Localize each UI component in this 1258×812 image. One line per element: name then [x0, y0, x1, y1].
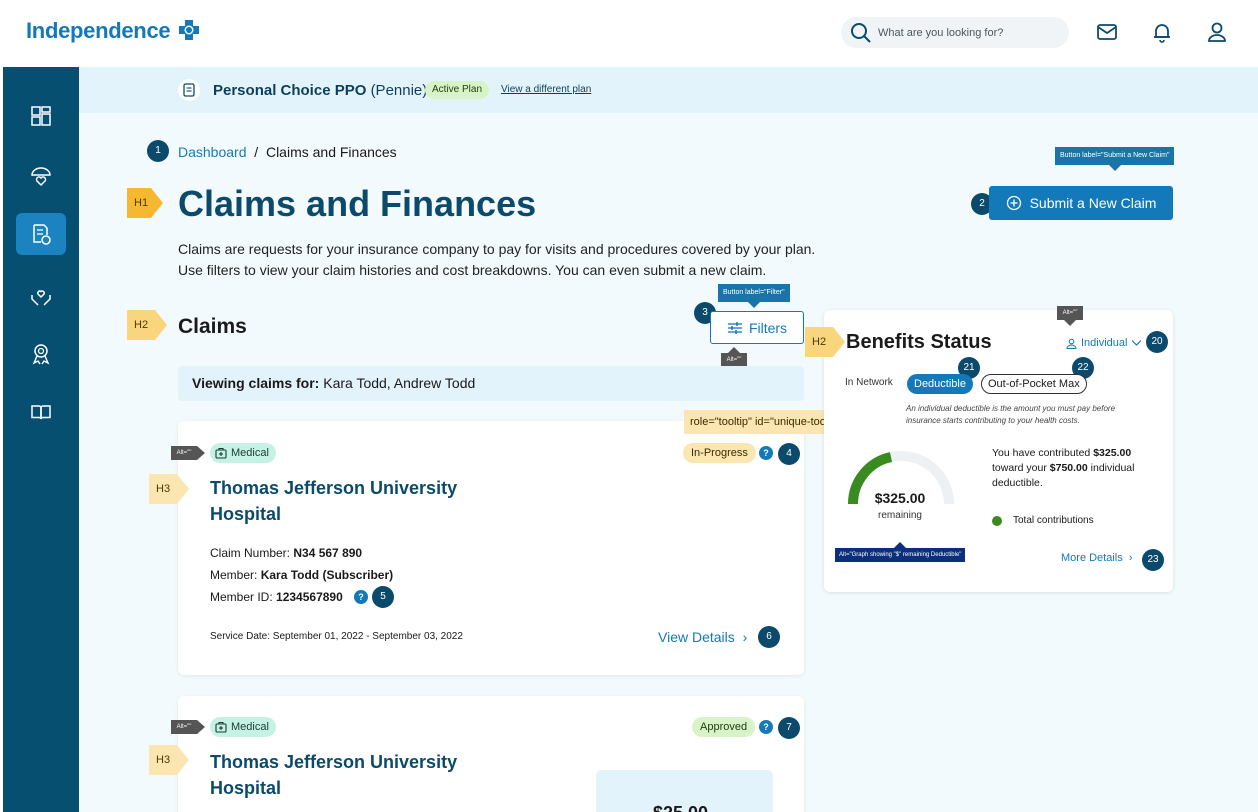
hospital-name: Thomas Jefferson University Hospital	[210, 752, 458, 798]
open-book-icon	[31, 405, 51, 420]
tab-deductible[interactable]: Deductible	[907, 374, 973, 394]
breadcrumb-dashboard-link[interactable]: Dashboard	[178, 144, 247, 160]
sidebar-item-claims[interactable]	[16, 213, 66, 255]
sidebar	[3, 67, 79, 812]
sidebar-item-library[interactable]	[16, 391, 66, 433]
heading-level-tag: H2	[805, 327, 845, 357]
blue-cross-shield-icon	[179, 20, 200, 40]
alt-text-tag: Alt=""	[721, 347, 747, 367]
hospital-name: Thomas Jefferson University Hospital	[210, 478, 458, 524]
alt-text-tag: Alt=""	[171, 446, 205, 460]
benefits-status-heading: Benefits Status	[846, 331, 992, 353]
annotation-number: 5	[372, 586, 394, 608]
heart-umbrella-icon	[31, 167, 51, 187]
sidebar-item-care[interactable]	[16, 275, 66, 317]
individual-selector[interactable]: Individual	[1066, 337, 1142, 349]
breadcrumb: Dashboard / Claims and Finances	[178, 144, 397, 160]
annotation-number: 7	[778, 717, 800, 739]
in-network-label: In Network	[845, 377, 893, 388]
claims-document-icon	[33, 224, 51, 245]
filters-button[interactable]: Filters	[710, 311, 804, 344]
annotation-number: 23	[1142, 549, 1164, 571]
status-badge: Approved	[692, 717, 756, 737]
plan-card-icon	[178, 79, 200, 101]
help-question-icon[interactable]: ?	[759, 720, 773, 734]
chevron-right-icon: ›	[1128, 552, 1133, 564]
annotation-number: 1	[147, 140, 169, 162]
logo[interactable]: Independence	[26, 18, 200, 44]
claim-amount: $25.00	[653, 803, 708, 812]
medical-bag-icon	[215, 721, 227, 733]
care-hands-icon	[31, 290, 51, 306]
contribution-summary: You have contributed $325.00 toward your…	[992, 447, 1135, 489]
more-details-link[interactable]: More Details ›	[1061, 552, 1133, 564]
sidebar-item-coverage[interactable]	[16, 155, 66, 197]
filter-button-label-tooltip: Button label="Filter"	[718, 284, 790, 308]
legend-swatch	[992, 516, 1002, 526]
graph-alt-text-tag: Alt="Graph showing "$" remaining Deducti…	[835, 542, 966, 562]
sidebar-item-rewards[interactable]	[16, 333, 66, 375]
help-question-icon[interactable]: ?	[354, 590, 368, 604]
claim-number: Claim Number: N34 567 890	[210, 546, 363, 560]
filter-sliders-icon	[727, 321, 742, 334]
remaining-label: remaining	[878, 510, 922, 521]
sidebar-item-dashboard[interactable]	[16, 95, 66, 137]
heading-level-tag: H3	[149, 474, 189, 504]
claim-member-id: Member ID: 1234567890	[210, 590, 343, 604]
award-ribbon-icon	[32, 344, 50, 365]
medical-bag-icon	[215, 447, 227, 459]
claim-amount-box: $25.00	[596, 770, 773, 812]
medical-type-pill: Medical	[210, 717, 276, 737]
claims-heading: Claims	[178, 315, 247, 338]
chevron-right-icon: ›	[742, 629, 748, 645]
heading-level-tag: H3	[149, 745, 189, 775]
status-badge: In-Progress	[683, 443, 756, 463]
plan-banner: Personal Choice PPO (Pennie) Active Plan…	[79, 67, 1258, 113]
heading-level-tag: H1	[127, 188, 163, 218]
tab-out-of-pocket-max[interactable]: Out-of-Pocket Max	[981, 374, 1087, 394]
deductible-note: An individual deductible is the amount y…	[906, 404, 1116, 425]
mail-icon[interactable]	[1096, 21, 1118, 43]
page-intro: Claims are requests for your insurance c…	[178, 241, 816, 278]
user-icon[interactable]	[1206, 21, 1228, 43]
active-plan-badge: Active Plan	[425, 81, 490, 99]
alt-text-tag: Alt=""	[1057, 306, 1083, 326]
submit-button-label-tooltip: Button label="Submit a New Claim"	[1055, 147, 1175, 171]
chevron-down-icon	[1132, 340, 1142, 346]
breadcrumb-current: Claims and Finances	[265, 144, 397, 160]
claim-member: Member: Kara Todd (Subscriber)	[210, 568, 394, 582]
medical-type-pill: Medical	[210, 443, 276, 463]
top-bar: Independence	[0, 0, 1258, 67]
annotation-number: 6	[758, 626, 780, 648]
remaining-amount: $325.00	[874, 490, 926, 506]
heading-level-tag: H2	[127, 310, 167, 340]
search-input[interactable]	[878, 23, 1058, 42]
view-different-plan-link[interactable]: View a different plan	[501, 84, 591, 95]
annotation-number: 4	[778, 443, 800, 465]
alt-text-tag: Alt=""	[171, 720, 205, 734]
annotation-number: 20	[1146, 331, 1168, 353]
search-bar[interactable]	[841, 17, 1069, 48]
submit-new-claim-button[interactable]: Submit a New Claim	[989, 186, 1173, 220]
viewing-claims-for: Viewing claims for: Kara Todd, Andrew To…	[178, 366, 804, 401]
help-question-icon[interactable]: ?	[759, 446, 773, 460]
plus-circle-icon	[1006, 195, 1021, 211]
view-details-link[interactable]: View Details ›	[658, 629, 747, 645]
service-date: Service Date: September 01, 2022 - Septe…	[210, 631, 463, 642]
legend-label: Total contributions	[1013, 515, 1094, 526]
plan-name: Personal Choice PPO (Pennie)	[213, 82, 428, 99]
search-icon	[851, 23, 871, 43]
bell-icon[interactable]	[1151, 21, 1173, 43]
person-icon	[1066, 338, 1077, 349]
page-title: Claims and Finances	[178, 183, 537, 224]
dashboard-grid-icon	[31, 106, 51, 126]
